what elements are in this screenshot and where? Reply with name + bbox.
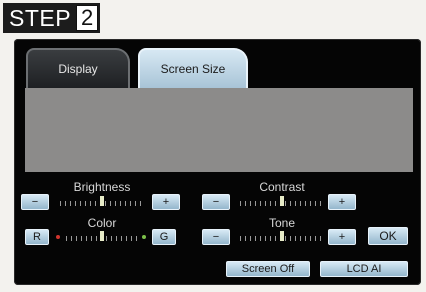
tone-scale[interactable] — [240, 231, 324, 241]
color-green-button[interactable]: G — [152, 229, 176, 245]
color-green-dot — [142, 235, 146, 239]
tab-display[interactable]: Display — [26, 48, 130, 88]
tone-marker — [280, 231, 284, 241]
color-red-button[interactable]: R — [25, 229, 49, 245]
tone-plus-button[interactable]: + — [328, 229, 356, 245]
screen-off-button[interactable]: Screen Off — [226, 261, 310, 277]
brightness-plus-button[interactable]: + — [152, 194, 180, 210]
tab-display-label: Display — [58, 62, 98, 76]
brightness-label: Brightness — [73, 180, 131, 194]
tab-screen-size[interactable]: Screen Size — [138, 48, 248, 88]
tone-minus-button[interactable]: − — [202, 229, 230, 245]
brightness-scale[interactable] — [60, 196, 144, 206]
display-screen: Display Screen Size − Brightness + − Con… — [14, 39, 421, 285]
step-badge: STEP 2 — [3, 3, 101, 33]
contrast-label: Contrast — [259, 180, 305, 194]
tab-screen-size-label: Screen Size — [160, 62, 226, 76]
contrast-scale[interactable] — [240, 196, 324, 206]
color-scale[interactable] — [66, 231, 138, 241]
color-label: Color — [87, 216, 117, 230]
contrast-minus-button[interactable]: − — [202, 194, 230, 210]
step-number: 2 — [76, 5, 99, 31]
ok-button[interactable]: OK — [368, 227, 408, 245]
contrast-plus-button[interactable]: + — [328, 194, 356, 210]
brightness-minus-button[interactable]: − — [21, 194, 49, 210]
brightness-marker — [100, 196, 104, 206]
color-marker — [100, 231, 104, 241]
step-label: STEP — [9, 4, 72, 31]
contrast-marker — [280, 196, 284, 206]
color-red-dot — [56, 235, 60, 239]
preview-panel — [25, 88, 413, 172]
tone-label: Tone — [268, 216, 296, 230]
lcd-ai-button[interactable]: LCD AI — [320, 261, 408, 277]
